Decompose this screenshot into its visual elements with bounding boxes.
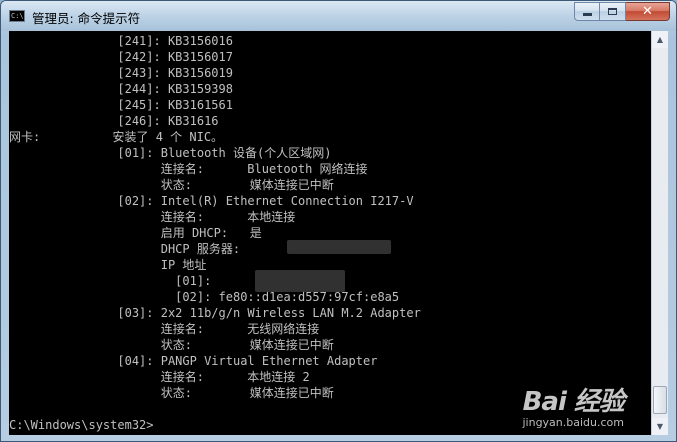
watermark-logo: Bai 经验 (522, 387, 625, 417)
minimize-button[interactable] (574, 2, 600, 21)
caption-buttons: ✕ (574, 2, 670, 21)
console-line: [241]: KB3156016 (9, 34, 233, 48)
console-line: [02]: Intel(R) Ethernet Connection I217-… (9, 194, 414, 208)
close-button[interactable]: ✕ (626, 2, 670, 21)
console-line: [04]: PANGP Virtual Ethernet Adapter (9, 354, 378, 368)
watermark-url: jingyan.baidu.com (522, 416, 624, 429)
console-line: 网卡: 安装了 4 个 NIC。 (9, 130, 224, 144)
maximize-button[interactable] (600, 2, 626, 21)
console-line: 状态: 媒体连接已中断 (9, 338, 334, 352)
redacted-dhcp-server (287, 240, 391, 254)
console-line: [244]: KB3159398 (9, 82, 233, 96)
console-line: 连接名: 本地连接 2 (9, 370, 310, 384)
console-output[interactable]: C:\Windows\system32> 状态: 媒体连接已中断 连接名: 本地… (9, 31, 651, 435)
console-line: [01]: Bluetooth 设备(个人区域网) (9, 146, 332, 160)
close-icon: ✕ (642, 4, 653, 19)
console-line: C:\Windows\system32> (9, 418, 154, 432)
console-line: 连接名: 本地连接 (9, 210, 296, 224)
minimize-icon (582, 13, 592, 16)
console-line: [243]: KB3156019 (9, 66, 233, 80)
console-line: [242]: KB3156017 (9, 50, 233, 64)
scroll-down-icon[interactable]: ▼ (652, 418, 668, 435)
console-line: 状态: 媒体连接已中断 (9, 386, 334, 400)
console-line: DHCP 服务器: (9, 242, 241, 256)
redacted-ip-address (255, 270, 345, 292)
console-line: 状态: 媒体连接已中断 (9, 178, 334, 192)
scroll-up-icon[interactable]: ▲ (652, 31, 668, 48)
scrollbar-thumb[interactable] (653, 386, 667, 414)
title-bar[interactable]: C:\ 管理员: 命令提示符 ✕ (1, 1, 676, 31)
console-line: [245]: KB3161561 (9, 98, 233, 112)
maximize-icon (608, 8, 617, 15)
console-line: [246]: KB31616 (9, 114, 219, 128)
console-line: [03]: 2x2 11b/g/n Wireless LAN M.2 Adapt… (9, 306, 421, 320)
console-line: [01]: (9, 274, 212, 288)
cmd-icon[interactable]: C:\ (9, 10, 25, 22)
console-line: IP 地址 (9, 258, 207, 272)
watermark: Bai 经验 jingyan.baidu.com (522, 381, 624, 429)
console-line: 启用 DHCP: 是 (9, 226, 262, 240)
command-prompt-window: C:\ 管理员: 命令提示符 ✕ C:\Windows\system32> 状态… (0, 0, 677, 442)
vertical-scrollbar[interactable]: ▲ ▼ (651, 31, 668, 435)
console-line: 连接名: 无线网络连接 (9, 322, 320, 336)
window-title: 管理员: 命令提示符 (32, 11, 141, 26)
console-line: 连接名: Bluetooth 网络连接 (9, 162, 368, 176)
